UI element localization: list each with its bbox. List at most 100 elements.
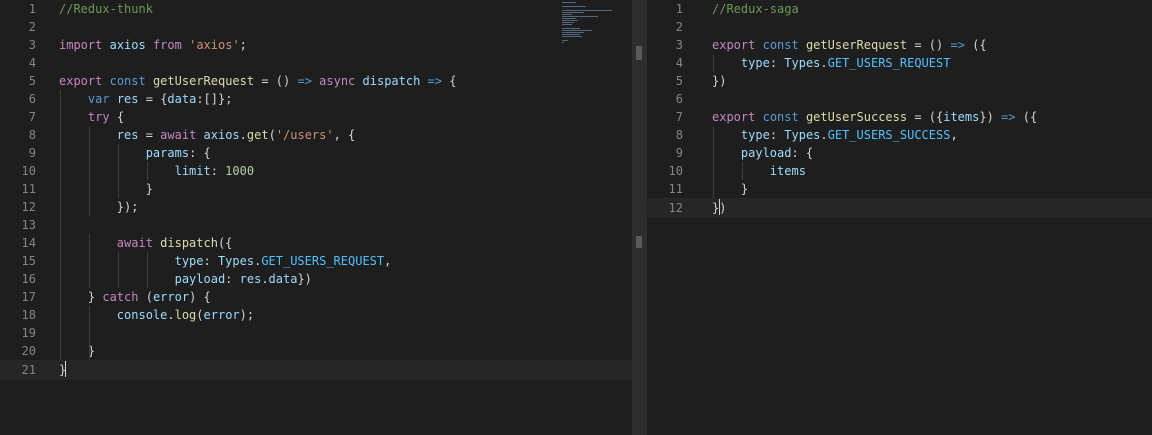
code-text[interactable]: } (712, 180, 748, 198)
code-line[interactable]: 12}) (647, 198, 1152, 218)
code-line[interactable]: 9 params: { (0, 144, 632, 162)
code-line[interactable]: 13 (0, 216, 632, 234)
line-number: 20 (21, 344, 36, 358)
code-text[interactable]: //Redux-saga (712, 0, 799, 18)
line-number: 2 (28, 20, 36, 34)
indent-guide (60, 90, 61, 360)
line-number: 7 (28, 110, 36, 124)
code-line[interactable]: 20 } (0, 342, 632, 360)
code-text[interactable]: export const getUserRequest = () => asyn… (59, 72, 456, 90)
indent-guide (147, 252, 148, 288)
code-line[interactable]: 5}) (647, 72, 1152, 90)
code-text[interactable]: params: { (59, 144, 211, 162)
text-cursor (719, 199, 720, 215)
line-number: 7 (675, 110, 683, 124)
code-line[interactable]: 9 payload: { (647, 144, 1152, 162)
code-line[interactable]: 21} (0, 360, 632, 380)
code-text[interactable]: type: Types.GET_USERS_REQUEST (712, 54, 951, 72)
indent-guide (118, 144, 119, 198)
left-editor-pane[interactable]: 1 //Redux-thunk 2 3 import axios from 'axios… (0, 0, 632, 435)
code-text[interactable]: type: Types.GET_USERS_SUCCESS, (712, 126, 958, 144)
code-line[interactable]: 12 }); (0, 198, 632, 216)
line-number: 12 (668, 201, 683, 215)
code-text[interactable]: } (59, 180, 153, 198)
code-line[interactable]: 4 type: Types.GET_USERS_REQUEST (647, 54, 1152, 72)
line-number: 9 (675, 146, 683, 160)
code-line[interactable]: 2 (0, 18, 632, 36)
code-line[interactable]: 19 (0, 324, 632, 342)
line-number: 3 (675, 38, 683, 52)
code-text[interactable]: var res = {data:[]}; (59, 90, 233, 108)
code-line[interactable]: 8 type: Types.GET_USERS_SUCCESS, (647, 126, 1152, 144)
line-number: 8 (28, 128, 36, 142)
line-number: 4 (28, 56, 36, 70)
line-number: 21 (21, 363, 36, 377)
code-line[interactable]: 16 payload: res.data}) (0, 270, 632, 288)
code-text[interactable]: await dispatch({ (59, 234, 233, 252)
code-text[interactable]: export const getUserRequest = () => ({ (712, 36, 987, 54)
line-number: 17 (21, 290, 36, 304)
scrollbar-thumb[interactable] (636, 236, 642, 248)
code-text[interactable]: import axios from 'axios'; (59, 36, 247, 54)
code-text[interactable]: type: Types.GET_USERS_REQUEST, (59, 252, 392, 270)
code-text[interactable]: try { (59, 108, 124, 126)
line-number: 8 (675, 128, 683, 142)
code-line[interactable]: 18 console.log(error); (0, 306, 632, 324)
line-number: 6 (675, 92, 683, 106)
code-text[interactable]: res = await axios.get('/users', { (59, 126, 356, 144)
code-line[interactable]: 3 export const getUserRequest = () => ({ (647, 36, 1152, 54)
right-editor-pane[interactable]: 1 //Redux-saga 2 3 export const getUserReque… (647, 0, 1152, 435)
text-cursor (65, 361, 66, 377)
code-line[interactable]: 15 type: Types.GET_USERS_REQUEST, (0, 252, 632, 270)
code-text[interactable]: }); (59, 198, 139, 216)
code-line[interactable]: 1 //Redux-thunk (0, 0, 632, 18)
code-text[interactable]: payload: { (712, 144, 813, 162)
scrollbar-thumb[interactable] (636, 46, 642, 60)
line-number: 1 (28, 2, 36, 16)
code-text[interactable]: }) (712, 72, 726, 90)
line-number: 15 (21, 254, 36, 268)
line-number: 5 (28, 74, 36, 88)
code-line[interactable]: 11 } (647, 180, 1152, 198)
line-number: 11 (21, 182, 36, 196)
line-number: 12 (21, 200, 36, 214)
line-number: 13 (21, 218, 36, 232)
line-number: 6 (28, 92, 36, 106)
code-text[interactable]: payload: res.data}) (59, 270, 312, 288)
code-line[interactable]: 14 await dispatch({ (0, 234, 632, 252)
code-line[interactable]: 2 (647, 18, 1152, 36)
code-line[interactable]: 6 var res = {data:[]}; (0, 90, 632, 108)
line-number: 14 (21, 236, 36, 250)
code-text[interactable]: } catch (error) { (59, 288, 211, 306)
indent-guide (89, 306, 90, 360)
line-number: 16 (21, 272, 36, 286)
code-line[interactable]: 3 import axios from 'axios'; (0, 36, 632, 54)
line-number: 4 (675, 56, 683, 70)
code-line[interactable]: 7 try { (0, 108, 632, 126)
line-number: 1 (675, 2, 683, 16)
indent-guide (147, 162, 148, 180)
line-number: 11 (668, 182, 683, 196)
code-line[interactable]: 6 (647, 90, 1152, 108)
line-number: 10 (668, 164, 683, 178)
code-line[interactable]: 17 } catch (error) { (0, 288, 632, 306)
code-line[interactable]: 10 items (647, 162, 1152, 180)
indent-guide (713, 126, 714, 198)
code-text[interactable]: export const getUserSuccess = ({items}) … (712, 108, 1037, 126)
line-number: 2 (675, 20, 683, 34)
code-line[interactable]: 5 export const getUserRequest = () => asy… (0, 72, 632, 90)
line-number: 3 (28, 38, 36, 52)
code-line[interactable]: 8 res = await axios.get('/users', { (0, 126, 632, 144)
indent-guide (713, 54, 714, 72)
pane-divider[interactable] (632, 0, 647, 435)
code-line[interactable]: 4 (0, 54, 632, 72)
indent-guide (742, 162, 743, 180)
code-line[interactable]: 10 limit: 1000 (0, 162, 632, 180)
code-text[interactable]: items (712, 162, 806, 180)
code-line[interactable]: 1 //Redux-saga (647, 0, 1152, 18)
code-text[interactable]: //Redux-thunk (59, 0, 153, 18)
line-number: 9 (28, 146, 36, 160)
code-line[interactable]: 11 } (0, 180, 632, 198)
code-line[interactable]: 7 export const getUserSuccess = ({items})… (647, 108, 1152, 126)
indent-guide (118, 252, 119, 288)
